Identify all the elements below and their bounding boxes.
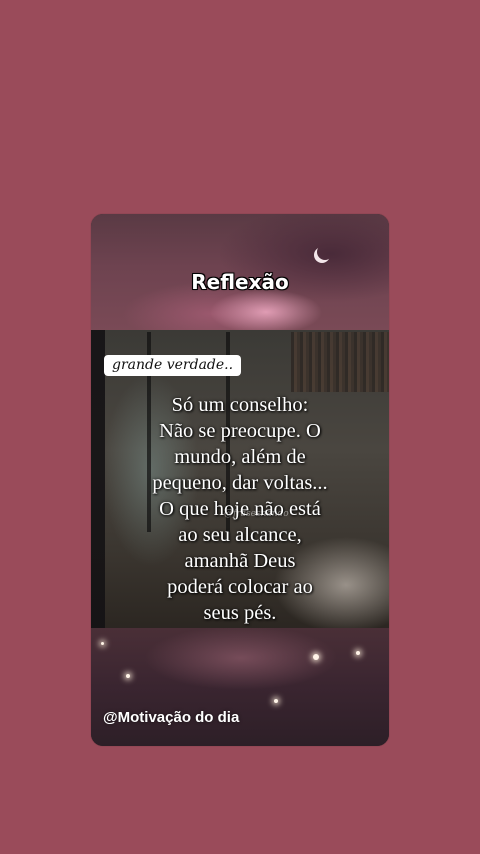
watermark: @frasesnando: [224, 509, 289, 519]
message-line: amanhã Deus: [184, 550, 296, 572]
light-sparkle: [126, 674, 130, 678]
message-line: pequeno, dar voltas...: [152, 472, 328, 494]
message-line: mundo, além de: [174, 446, 306, 468]
message-line: seus pés.: [203, 602, 277, 624]
light-sparkle: [313, 654, 319, 660]
water-reflection-image: [91, 628, 389, 746]
credit-handle: @Motivação do dia: [103, 709, 240, 726]
message-line: Não se preocupe. O: [159, 420, 321, 442]
light-sparkle: [356, 651, 360, 655]
message-line: Só um conselho:: [171, 394, 309, 416]
bookshelf-image: [291, 332, 389, 392]
crescent-moon-icon: [317, 244, 333, 260]
card-title: Reflexão: [191, 270, 289, 294]
message-line: poderá colocar ao: [167, 576, 313, 598]
light-sparkle: [101, 642, 104, 645]
message-line: ao seu alcance,: [178, 524, 302, 546]
grande-verdade-sticker: grande verdade..: [104, 355, 242, 376]
light-sparkle: [274, 699, 278, 703]
